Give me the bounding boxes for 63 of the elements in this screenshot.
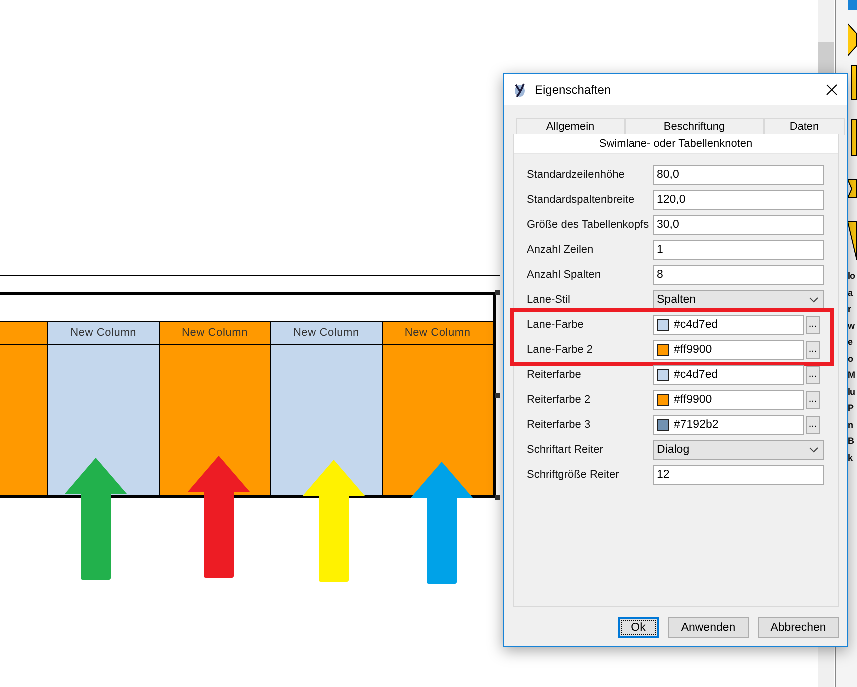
property-label: Größe des Tabellenkopfs <box>527 218 650 230</box>
column-header: New Column <box>404 327 471 339</box>
property-label: Standardspaltenbreite <box>527 194 636 206</box>
tab[interactable]: Daten <box>764 118 845 135</box>
dropdown[interactable]: Dialog <box>653 440 824 460</box>
color-field[interactable]: #ff9900 <box>653 390 804 410</box>
tab[interactable]: Swimlane- oder Tabellenknoten <box>514 134 838 154</box>
column-header: New Column <box>182 327 248 339</box>
property-label: Reiterfarbe 2 <box>527 394 592 406</box>
side-label: lo <box>848 270 855 283</box>
input-field[interactable]: 30,0 <box>653 214 824 234</box>
property-label: Lane-Farbe <box>527 318 585 330</box>
tab[interactable]: Allgemein <box>516 118 625 135</box>
side-label: n <box>848 418 853 432</box>
column-header: New Column <box>293 327 360 339</box>
property-label: Anzahl Zeilen <box>527 244 595 256</box>
color-field[interactable]: #ff9900 <box>653 340 804 360</box>
chevron-icon <box>809 446 819 452</box>
side-label: k <box>848 452 853 464</box>
side-label: o <box>848 352 853 366</box>
color-field[interactable]: #c4d7ed <box>653 364 804 384</box>
app-logo-icon <box>513 82 527 98</box>
side-label: B <box>848 435 854 448</box>
side-label: w <box>848 320 855 332</box>
property-label: Lane-Stil <box>527 294 572 306</box>
dropdown[interactable]: Spalten <box>653 290 824 310</box>
dialog-button[interactable]: Abbrechen <box>758 617 839 638</box>
resize-handle[interactable] <box>495 495 500 500</box>
side-label: r <box>848 303 852 316</box>
input-field[interactable]: 8 <box>653 264 824 284</box>
browse-button[interactable]: ... <box>806 340 820 358</box>
scrollbar-thumb[interactable] <box>818 42 834 76</box>
input-field[interactable]: 80,0 <box>653 164 824 184</box>
side-label: lu <box>848 386 855 398</box>
color-field[interactable]: #c4d7ed <box>653 314 804 334</box>
input-field[interactable]: 12 <box>653 464 824 484</box>
side-label: e <box>848 336 853 349</box>
input-field[interactable]: 120,0 <box>653 190 824 210</box>
color-field[interactable]: #7192b2 <box>653 414 804 434</box>
property-label: Reiterfarbe <box>527 368 582 380</box>
property-label: Anzahl Spalten <box>527 268 602 280</box>
property-label: Reiterfarbe 3 <box>527 418 592 430</box>
resize-handle[interactable] <box>495 393 500 398</box>
browse-button[interactable]: ... <box>806 316 820 334</box>
property-label: Schriftart Reiter <box>527 444 604 456</box>
resize-handle[interactable] <box>495 290 500 295</box>
close-icon[interactable] <box>825 82 839 96</box>
column-header: New Column <box>70 327 137 339</box>
input-field[interactable]: 1 <box>653 240 824 260</box>
property-label: Schriftgröße Reiter <box>527 468 620 480</box>
browse-button[interactable]: ... <box>806 390 820 408</box>
property-label: Standardzeilenhöhe <box>527 168 626 180</box>
dialog-button[interactable]: Ok <box>618 617 659 638</box>
browse-button[interactable]: ... <box>806 416 820 434</box>
property-label: Lane-Farbe 2 <box>527 344 594 356</box>
chevron-icon <box>809 296 819 302</box>
window-title: Eigenschaften <box>535 82 612 96</box>
side-label: P <box>848 402 854 415</box>
browse-button[interactable]: ... <box>806 366 820 384</box>
dialog-button[interactable]: Anwenden <box>668 617 749 638</box>
tab[interactable]: Beschriftung <box>625 118 764 135</box>
side-label: M <box>848 369 855 382</box>
side-label: a <box>848 286 853 300</box>
